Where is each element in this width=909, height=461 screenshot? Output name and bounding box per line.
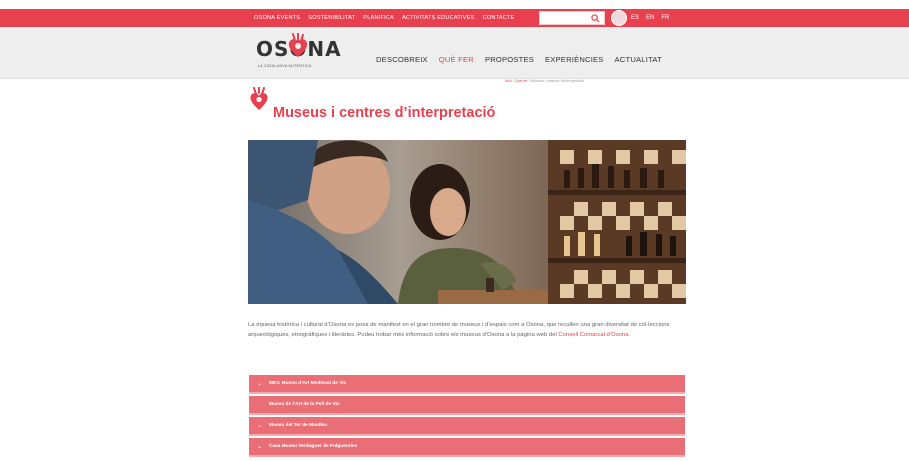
logo-tagline: LA CATALUNYA AUTÈNTICA	[258, 64, 312, 68]
nav-actualitat[interactable]: ACTUALITAT	[615, 55, 662, 64]
museums-accordion: ⌄ MEV. Museu d’Art Medieval de Vic Museu…	[249, 375, 685, 459]
top-bar: OSONA EVENTS SOSTENIBILITAT PLANIFICA AC…	[0, 9, 909, 27]
breadcrumb-que-fer[interactable]: Què fer	[515, 79, 528, 83]
language-en[interactable]: EN	[646, 15, 654, 21]
nav-que-fer[interactable]: QUÈ FER	[439, 55, 474, 64]
site-header: OSONA LA CATALUNYA AUTÈNTICA DESCOBREIX …	[0, 27, 909, 79]
chevron-down-icon: ⌄	[257, 423, 263, 429]
breadcrumb-home[interactable]: Inici	[505, 79, 512, 83]
search-input[interactable]	[539, 11, 605, 25]
main-nav: DESCOBREIX QUÈ FER PROPOSTES EXPERIÈNCIE…	[376, 55, 662, 64]
nav-propostes[interactable]: PROPOSTES	[485, 55, 534, 64]
museum-chess-photo	[248, 140, 686, 304]
nav-experiencies[interactable]: EXPERIÈNCIES	[545, 55, 604, 64]
top-nav-contacte[interactable]: CONTACTE	[483, 15, 515, 21]
language-fr[interactable]: FR	[661, 15, 669, 21]
intro-text-end: .	[628, 332, 631, 338]
top-nav-activitats-educatives[interactable]: ACTIVITATS EDUCATIVES	[402, 15, 475, 21]
breadcrumb-current: Museus i centres d'interpretació	[530, 79, 585, 83]
language-globe-icon[interactable]	[611, 10, 627, 26]
accordion-item-label: Museu del Ter de Manlleu	[269, 423, 328, 428]
accordion-item-label: Museu de l’Art de la Pell de Vic	[269, 402, 340, 407]
nav-descobreix[interactable]: DESCOBREIX	[376, 55, 428, 64]
intro-paragraph: La riquesa històrica i cultural d’Osona …	[248, 320, 688, 340]
top-nav-sostenibilitat[interactable]: SOSTENIBILITAT	[308, 15, 355, 21]
accordion-item-museu-pell[interactable]: Museu de l’Art de la Pell de Vic	[249, 396, 685, 415]
consell-comarcal-link[interactable]: Consell Comarcal d’Osona	[558, 332, 628, 338]
hero-image	[248, 140, 686, 304]
top-nav-osona-events[interactable]: OSONA EVENTS	[254, 15, 300, 21]
top-nav: OSONA EVENTS SOSTENIBILITAT PLANIFICA AC…	[254, 9, 515, 27]
page-title: Museus i centres d’interpretació	[273, 105, 496, 121]
language-es[interactable]: ES	[631, 15, 639, 21]
breadcrumb: Inici / Què fer / Museus i centres d'int…	[505, 79, 584, 83]
logo-hand-heart-icon	[288, 33, 308, 57]
site-logo[interactable]: OSONA LA CATALUNYA AUTÈNTICA	[256, 33, 342, 73]
accordion-item-mev[interactable]: ⌄ MEV. Museu d’Art Medieval de Vic	[249, 375, 685, 394]
chevron-down-icon: ⌄	[257, 444, 263, 450]
chevron-down-icon: ⌄	[257, 381, 263, 387]
accordion-item-label: Casa Museu Verdaguer de Folgueroles	[269, 444, 358, 449]
accordion-item-casa-verdaguer[interactable]: ⌄ Casa Museu Verdaguer de Folgueroles	[249, 438, 685, 457]
language-switcher: ES EN FR	[631, 9, 669, 27]
top-nav-planifica[interactable]: PLANIFICA	[363, 15, 394, 21]
hand-heart-icon	[250, 87, 268, 110]
accordion-item-museu-ter[interactable]: ⌄ Museu del Ter de Manlleu	[249, 417, 685, 436]
accordion-item-label: MEV. Museu d’Art Medieval de Vic	[269, 381, 347, 386]
search-icon[interactable]	[591, 14, 600, 23]
